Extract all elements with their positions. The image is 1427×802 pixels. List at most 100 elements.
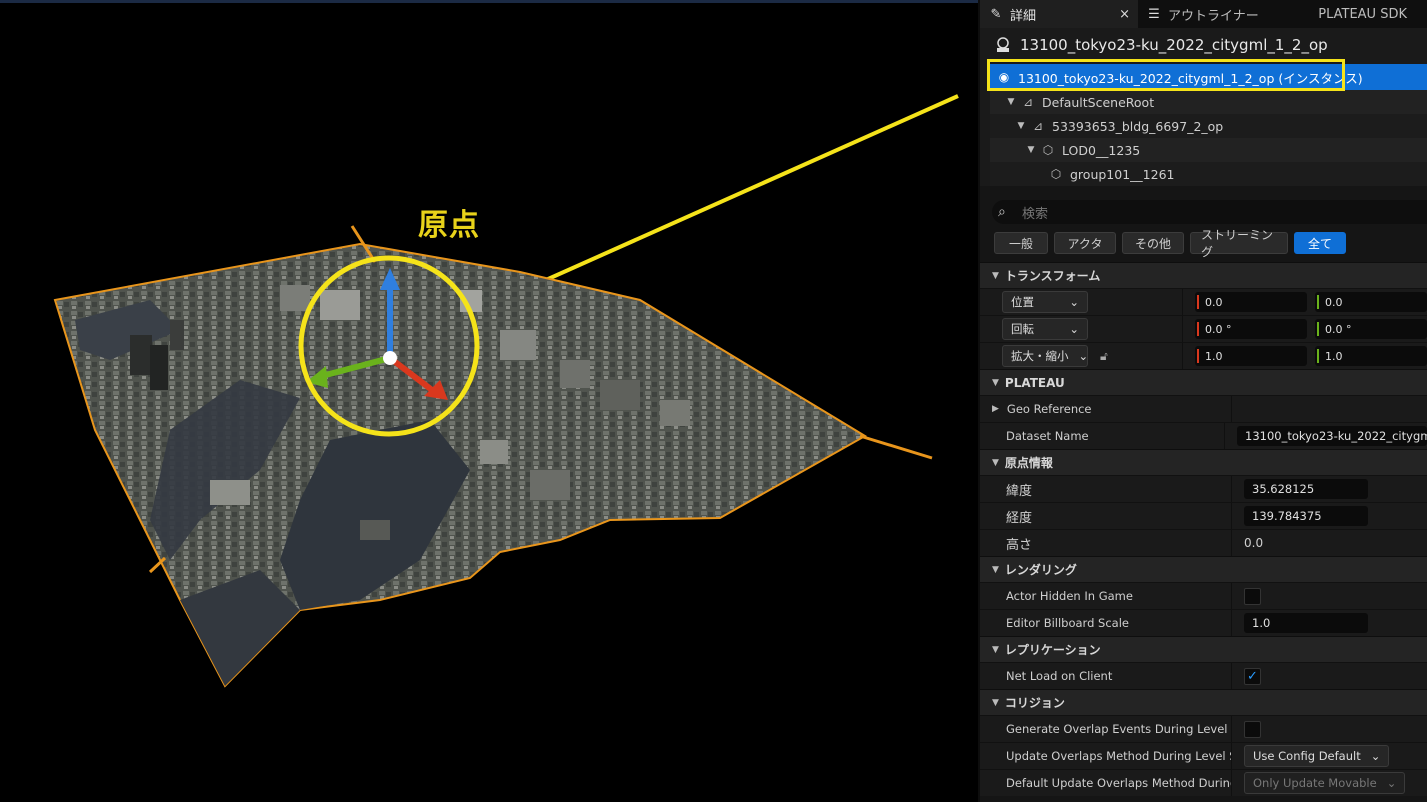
lock-icon[interactable]: 🔓︎ bbox=[1100, 349, 1108, 364]
section-plateau[interactable]: ▼ PLATEAU bbox=[980, 369, 1427, 395]
tree-item-defaultsceneroot[interactable]: ▼ ⊿ DefaultSceneRoot bbox=[990, 90, 1427, 114]
section-title: 原点情報 bbox=[1004, 456, 1053, 470]
location-x-field[interactable]: 0.0 bbox=[1195, 292, 1307, 312]
filter-streaming-button[interactable]: ストリーミング bbox=[1190, 228, 1288, 259]
actor-hidden-label: Actor Hidden In Game bbox=[1006, 589, 1133, 603]
dataset-name-label: Dataset Name bbox=[1006, 429, 1089, 443]
callout-line bbox=[509, 94, 959, 298]
section-title: レンダリング bbox=[1004, 563, 1077, 577]
rotation-dropdown[interactable]: 回転 ⌄ bbox=[1002, 318, 1088, 340]
checkmark-icon: ✓ bbox=[1247, 668, 1258, 684]
filter-bar: 一般 アクタ その他 ストリーミング 全て bbox=[994, 228, 1427, 259]
tree-item-instance[interactable]: ◉ 13100_tokyo23-ku_2022_citygml_1_2_op (… bbox=[987, 59, 1427, 91]
chevron-down-icon[interactable]: ▼ bbox=[1006, 97, 1016, 107]
scale-x-field[interactable]: 1.0 bbox=[1195, 346, 1307, 366]
tab-outliner-label: アウトライナー bbox=[1168, 8, 1259, 24]
tab-plateau-sdk[interactable]: PLATEAU SDK bbox=[1310, 0, 1415, 28]
chevron-down-icon[interactable]: ▼ bbox=[1016, 121, 1026, 131]
section-title: コリジョン bbox=[1004, 696, 1065, 710]
billboard-scale-field[interactable]: 1.0 bbox=[1244, 613, 1368, 633]
gen-overlap-row: Generate Overlap Events During Level Str… bbox=[980, 715, 1427, 742]
actor-hidden-checkbox[interactable] bbox=[1244, 587, 1261, 605]
chevron-down-icon: ▼ bbox=[992, 697, 999, 708]
section-collision[interactable]: ▼ コリジョン bbox=[980, 689, 1427, 715]
height-row: 高さ 0.0 bbox=[980, 529, 1427, 556]
chevron-right-icon[interactable]: ▶ bbox=[992, 404, 999, 414]
default-update-label: Default Update Overlaps Method During Le… bbox=[1006, 776, 1231, 790]
latitude-row: 緯度 35.628125 bbox=[980, 475, 1427, 502]
geo-reference-label: Geo Reference bbox=[1006, 402, 1092, 416]
tree-item-bldg[interactable]: ▼ ⊿ 53393653_bldg_6697_2_op bbox=[990, 114, 1427, 138]
gen-overlap-label: Generate Overlap Events During Level Str… bbox=[1006, 722, 1231, 736]
tree-item-label: 53393653_bldg_6697_2_op bbox=[1052, 118, 1224, 134]
update-overlap-label: Update Overlaps Method During Level Stre… bbox=[1006, 749, 1231, 763]
chevron-down-icon: ▼ bbox=[992, 377, 999, 388]
default-update-dropdown[interactable]: Only Update Movable ⌄ bbox=[1244, 772, 1406, 794]
scale-x-value: 1.0 bbox=[1205, 349, 1223, 363]
search-input[interactable]: 検索 bbox=[1022, 203, 1048, 222]
scene-component-icon: ⊿ bbox=[1022, 95, 1034, 109]
section-title: レプリケーション bbox=[1004, 643, 1101, 657]
gen-overlap-checkbox[interactable] bbox=[1244, 720, 1261, 738]
default-update-row: Default Update Overlaps Method During Le… bbox=[980, 769, 1427, 796]
search-box[interactable]: ⌕ 検索 bbox=[992, 200, 1427, 224]
location-dropdown[interactable]: 位置 ⌄ bbox=[1002, 291, 1088, 313]
rotation-y-field[interactable]: 0.0 ° bbox=[1315, 319, 1427, 339]
chevron-down-icon: ⌄ bbox=[1370, 749, 1381, 763]
search-icon: ⌕ bbox=[998, 204, 1006, 220]
scale-label: 拡大・縮小 bbox=[1011, 349, 1069, 363]
level-viewport[interactable]: 原点 bbox=[0, 0, 978, 802]
location-y-value: 0.0 bbox=[1325, 295, 1343, 309]
tab-outliner[interactable]: ☰ アウトライナー bbox=[1138, 0, 1267, 28]
billboard-scale-label: Editor Billboard Scale bbox=[1006, 616, 1129, 630]
section-rendering[interactable]: ▼ レンダリング bbox=[980, 556, 1427, 582]
dataset-name-row: Dataset Name 13100_tokyo23-ku_2022_cityg… bbox=[980, 422, 1427, 449]
scale-y-field[interactable]: 1.0 bbox=[1315, 346, 1427, 366]
tree-item-label: 13100_tokyo23-ku_2022_citygml_1_2_op (イン… bbox=[1018, 70, 1363, 86]
section-title: PLATEAU bbox=[1004, 375, 1065, 390]
section-transform[interactable]: ▼ トランスフォーム bbox=[980, 262, 1427, 288]
filter-general-button[interactable]: 一般 bbox=[994, 232, 1048, 254]
tree-item-lod0[interactable]: ▼ ⬡ LOD0__1235 bbox=[990, 138, 1427, 162]
rotation-x-field[interactable]: 0.0 ° bbox=[1195, 319, 1307, 339]
tab-details[interactable]: ✎ 詳細 × bbox=[980, 0, 1138, 28]
scale-y-value: 1.0 bbox=[1325, 349, 1343, 363]
actor-icon: ◉ bbox=[998, 70, 1010, 84]
scale-dropdown[interactable]: 拡大・縮小 ⌄ bbox=[1002, 345, 1088, 367]
tree-item-group101[interactable]: ⬡ group101__1261 bbox=[990, 162, 1427, 186]
latitude-field[interactable]: 35.628125 bbox=[1244, 479, 1368, 499]
chevron-down-icon[interactable]: ▼ bbox=[1026, 145, 1036, 155]
scene-component-icon: ⊿ bbox=[1032, 119, 1044, 133]
filter-actor-button[interactable]: アクタ bbox=[1054, 232, 1116, 254]
default-update-value: Only Update Movable bbox=[1253, 776, 1377, 790]
location-y-field[interactable]: 0.0 bbox=[1315, 292, 1427, 312]
section-origin-info[interactable]: ▼ 原点情報 bbox=[980, 449, 1427, 475]
height-value: 0.0 bbox=[1244, 536, 1264, 550]
longitude-row: 経度 139.784375 bbox=[980, 502, 1427, 529]
net-load-checkbox[interactable]: ✓ bbox=[1244, 667, 1261, 685]
close-icon[interactable]: × bbox=[1119, 7, 1130, 22]
panel-tab-bar: ✎ 詳細 × ☰ アウトライナー PLATEAU SDK bbox=[980, 0, 1427, 28]
static-mesh-icon: ⬡ bbox=[1042, 143, 1054, 157]
update-overlap-row: Update Overlaps Method During Level Stre… bbox=[980, 742, 1427, 769]
chevron-down-icon: ⌄ bbox=[1069, 322, 1079, 336]
filter-other-button[interactable]: その他 bbox=[1122, 232, 1184, 254]
longitude-field[interactable]: 139.784375 bbox=[1244, 506, 1368, 526]
chevron-down-icon: ⌄ bbox=[1386, 776, 1397, 790]
geo-reference-row[interactable]: ▶ Geo Reference bbox=[980, 395, 1427, 422]
chevron-down-icon: ⌄ bbox=[1078, 349, 1089, 363]
city-model-scene[interactable] bbox=[0, 0, 978, 802]
section-replication[interactable]: ▼ レプリケーション bbox=[980, 636, 1427, 662]
height-label: 高さ bbox=[1006, 537, 1033, 553]
actor-hidden-row: Actor Hidden In Game bbox=[980, 582, 1427, 609]
dataset-name-field[interactable]: 13100_tokyo23-ku_2022_citygml_1_2_op bbox=[1237, 426, 1427, 446]
tree-item-label: DefaultSceneRoot bbox=[1042, 94, 1155, 110]
filter-all-button[interactable]: 全て bbox=[1294, 232, 1346, 254]
chevron-down-icon: ▼ bbox=[992, 457, 999, 468]
update-overlap-dropdown[interactable]: Use Config Default ⌄ bbox=[1244, 745, 1390, 767]
rotation-x-value: 0.0 ° bbox=[1205, 322, 1232, 336]
chevron-down-icon: ⌄ bbox=[1069, 295, 1079, 309]
static-mesh-icon: ⬡ bbox=[1050, 167, 1062, 181]
longitude-label: 経度 bbox=[1006, 510, 1033, 526]
chevron-down-icon: ▼ bbox=[992, 644, 999, 655]
